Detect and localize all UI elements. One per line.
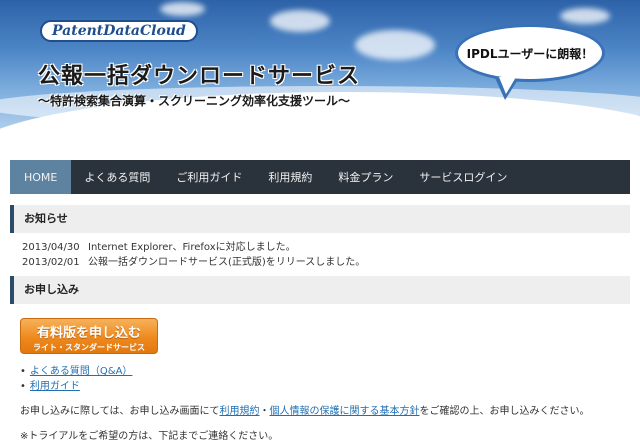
apply-button-sublabel: ライト・スタンダードサービス	[33, 343, 145, 352]
page-subtitle: ～特許検索集合演算・スクリーニング効率化支援ツール～	[38, 94, 351, 108]
header-banner: PatentDataCloud 公報一括ダウンロードサービス ～特許検索集合演算…	[0, 0, 640, 140]
speech-bubble: IPDLユーザーに朗報！	[455, 24, 605, 82]
news-item: 2013/04/30 Internet Explorer、Firefoxに対応しま…	[22, 240, 365, 255]
nav-faq[interactable]: よくある質問	[71, 160, 163, 194]
apply-heading: お申し込み	[10, 276, 630, 304]
guide-link[interactable]: 利用ガイド	[30, 381, 80, 392]
note-separator: ・	[259, 406, 270, 417]
cloud-decoration	[160, 2, 205, 16]
apply-button-label: 有料版を申し込む	[36, 326, 141, 341]
main-nav: HOME よくある質問 ご利用ガイド 利用規約 料金プラン サービスログイン	[10, 160, 630, 194]
apply-note: お申し込みに際しては、お申し込み画面にて利用規約・個人情報の保護に関する基本方針…	[20, 402, 590, 417]
news-list: 2013/04/30 Internet Explorer、Firefoxに対応しま…	[22, 240, 365, 270]
site-logo[interactable]: PatentDataCloud	[40, 20, 198, 42]
cloud-decoration	[560, 8, 610, 24]
help-links: よくある質問（Q&A） 利用ガイド	[20, 364, 133, 394]
news-item: 2013/02/01 公報一括ダウンロードサービス(正式版)をリリースしました。	[22, 255, 365, 270]
page-title: 公報一括ダウンロードサービス	[38, 64, 361, 89]
nav-pricing[interactable]: 料金プラン	[325, 160, 406, 194]
apply-paid-button[interactable]: 有料版を申し込む ライト・スタンダードサービス	[20, 318, 158, 354]
nav-terms[interactable]: 利用規約	[255, 160, 325, 194]
nav-guide[interactable]: ご利用ガイド	[163, 160, 255, 194]
trial-note: ※トライアルをご希望の方は、下記までご連絡ください。	[20, 431, 279, 440]
privacy-policy-link[interactable]: 個人情報の保護に関する基本方針	[270, 406, 420, 417]
list-item: よくある質問（Q&A）	[20, 364, 133, 379]
faq-link[interactable]: よくある質問（Q&A）	[30, 366, 133, 377]
news-text: Internet Explorer、Firefoxに対応しました。	[88, 242, 296, 253]
terms-link[interactable]: 利用規約	[220, 406, 260, 417]
news-date: 2013/02/01	[22, 257, 80, 268]
note-suffix: をご確認の上、お申し込みください。	[419, 406, 590, 417]
nav-login[interactable]: サービスログイン	[406, 160, 520, 194]
list-item: 利用ガイド	[20, 379, 132, 394]
nav-home[interactable]: HOME	[10, 160, 72, 194]
cloud-decoration	[270, 10, 330, 32]
news-text: 公報一括ダウンロードサービス(正式版)をリリースしました。	[88, 257, 366, 268]
cloud-decoration	[355, 30, 435, 60]
note-prefix: お申し込みに際しては、お申し込み画面にて	[20, 406, 220, 417]
news-date: 2013/04/30	[22, 242, 80, 253]
news-heading: お知らせ	[10, 205, 630, 233]
speech-bubble-text: IPDLユーザーに朗報！	[466, 46, 594, 61]
speech-bubble-tail-inner	[499, 77, 516, 94]
